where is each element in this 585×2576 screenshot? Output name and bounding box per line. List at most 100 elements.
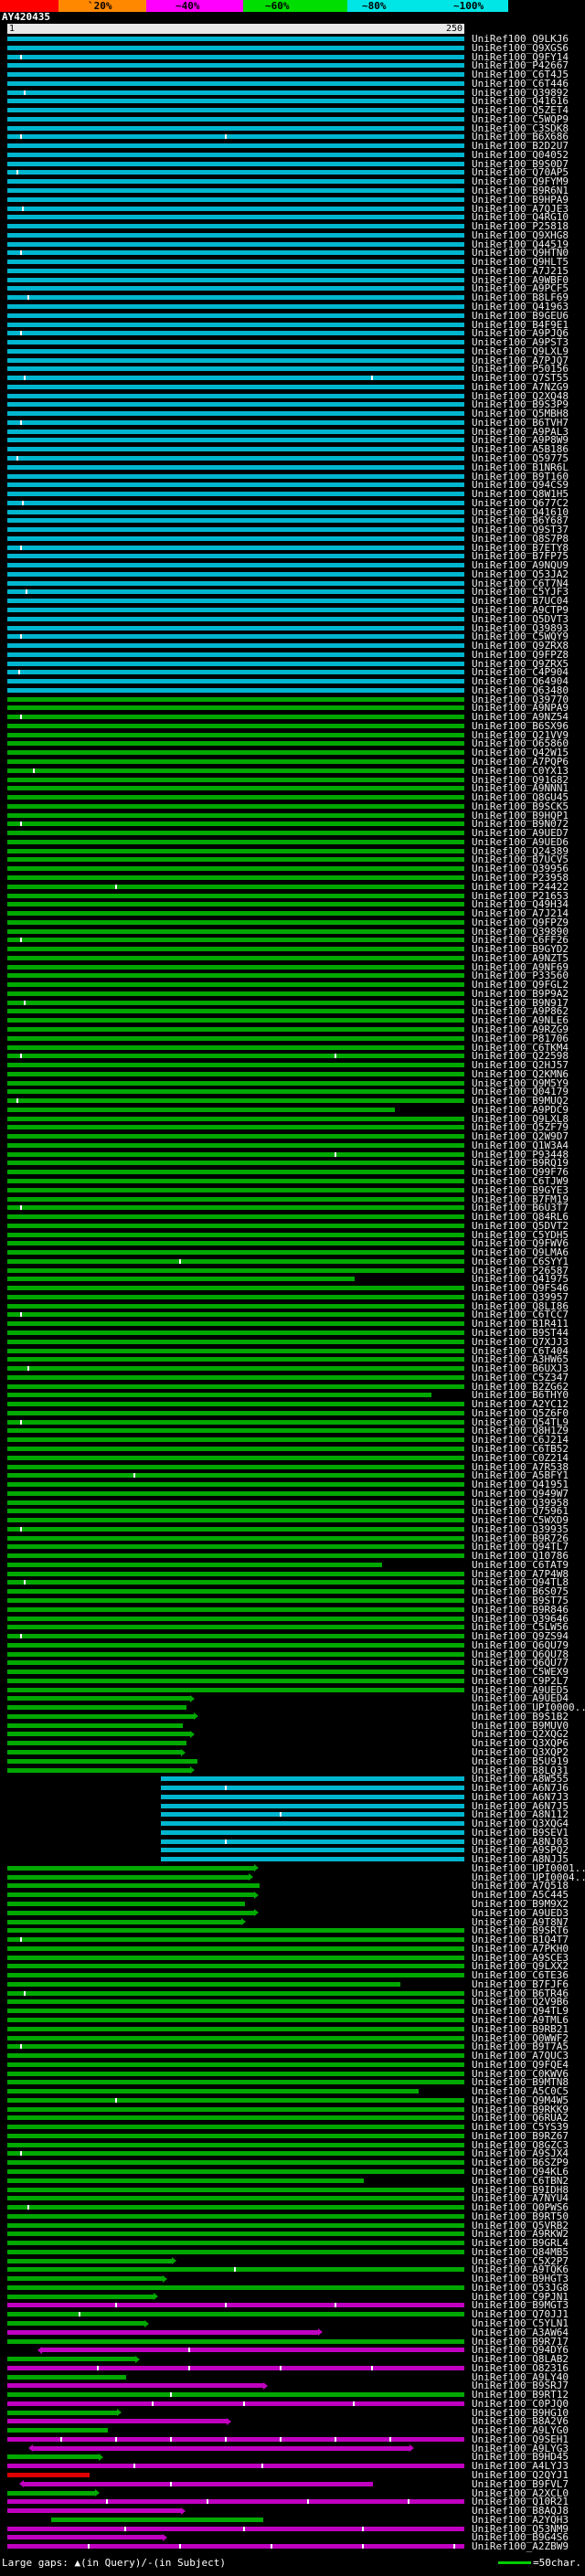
hit-bar[interactable] <box>7 1258 464 1264</box>
hit-bar[interactable] <box>7 250 464 256</box>
hit-bar[interactable] <box>7 777 464 782</box>
hit-bar[interactable] <box>7 919 464 925</box>
hit-bar[interactable] <box>7 1937 464 1943</box>
hit-bar[interactable] <box>7 2222 464 2228</box>
hit-bar[interactable] <box>7 2357 135 2362</box>
hit-bar[interactable] <box>7 518 464 524</box>
hit-bar[interactable] <box>7 1482 464 1488</box>
hit-bar[interactable] <box>7 2009 464 2014</box>
hit-bar[interactable] <box>7 2035 464 2041</box>
hit-bar[interactable] <box>7 2490 95 2496</box>
hit-bar[interactable] <box>7 500 464 505</box>
hit-bar[interactable] <box>7 1044 464 1050</box>
hit-bar[interactable] <box>7 2213 464 2219</box>
hit-bar[interactable] <box>7 2312 464 2317</box>
hit-bar[interactable] <box>7 37 464 41</box>
hit-bar[interactable] <box>7 2241 464 2246</box>
hit-bar[interactable] <box>7 63 464 69</box>
hit-bar[interactable] <box>7 750 464 756</box>
hit-bar[interactable] <box>7 2294 154 2299</box>
hit-bar[interactable] <box>7 652 464 657</box>
hit-bar[interactable] <box>7 893 464 898</box>
hit-label[interactable]: UniRef100_A2ZBW9 <box>472 2541 569 2551</box>
hit-bar[interactable] <box>7 206 464 211</box>
hit-bar[interactable] <box>7 1473 464 1479</box>
hit-bar[interactable] <box>7 322 464 327</box>
hit-bar[interactable] <box>161 1839 464 1844</box>
hit-bar[interactable] <box>7 803 464 809</box>
hit-bar[interactable] <box>7 2338 464 2344</box>
hit-bar[interactable] <box>7 1874 249 1880</box>
hit-bar[interactable] <box>7 1303 464 1309</box>
hit-bar[interactable] <box>7 348 464 354</box>
hit-bar[interactable] <box>7 1071 464 1076</box>
hit-bar[interactable] <box>7 1250 464 1256</box>
hit-bar[interactable] <box>7 535 464 541</box>
hit-bar[interactable] <box>7 902 464 907</box>
hit-bar[interactable] <box>7 1419 464 1425</box>
hit-bar[interactable] <box>7 1393 431 1398</box>
hit-bar[interactable] <box>161 1803 464 1808</box>
hit-bar[interactable] <box>7 1535 464 1541</box>
hit-bar[interactable] <box>161 1776 464 1782</box>
hit-bar[interactable] <box>7 1089 464 1095</box>
hit-bar[interactable] <box>7 241 464 247</box>
hit-bar[interactable] <box>7 643 464 649</box>
hit-bar[interactable] <box>7 2329 318 2335</box>
hit-bar[interactable] <box>7 1339 464 1344</box>
hit-bar[interactable] <box>7 1589 464 1595</box>
hit-bar[interactable] <box>7 2383 263 2389</box>
hit-bar[interactable] <box>7 2133 464 2138</box>
hit-bar[interactable] <box>7 2284 464 2290</box>
hit-bar[interactable] <box>7 2419 227 2424</box>
hit-bar[interactable] <box>7 473 464 479</box>
hit-bar[interactable] <box>7 527 464 533</box>
hit-bar[interactable] <box>7 1509 464 1514</box>
hit-bar[interactable] <box>7 1678 464 1683</box>
hit-bar[interactable] <box>7 1374 464 1380</box>
hit-bar[interactable] <box>7 2535 163 2540</box>
hit-bar[interactable] <box>7 1642 464 1648</box>
hit-bar[interactable] <box>7 857 464 863</box>
hit-bar[interactable] <box>161 1848 464 1853</box>
hit-bar[interactable] <box>7 1223 464 1228</box>
hit-bar[interactable] <box>7 679 464 684</box>
hit-bar[interactable] <box>7 1758 197 1764</box>
hit-bar[interactable] <box>7 482 464 488</box>
hit-bar[interactable] <box>7 419 464 425</box>
hit-bar[interactable] <box>7 1241 464 1246</box>
hit-bar[interactable] <box>7 1597 464 1603</box>
hit-bar[interactable] <box>7 331 464 336</box>
hit-bar[interactable] <box>7 1660 464 1666</box>
hit-bar[interactable] <box>7 608 464 612</box>
hit-bar[interactable] <box>7 116 464 122</box>
hit-bar[interactable] <box>7 340 464 345</box>
hit-bar[interactable] <box>7 1616 464 1621</box>
hit-bar[interactable] <box>7 1187 464 1193</box>
hit-bar[interactable] <box>7 303 464 309</box>
hit-bar[interactable] <box>7 1446 464 1451</box>
hit-bar[interactable] <box>7 545 464 550</box>
hit-bar[interactable] <box>7 1402 464 1407</box>
hit-bar[interactable] <box>7 1687 464 1692</box>
hit-bar[interactable] <box>7 1161 464 1166</box>
hit-bar[interactable] <box>7 1713 194 1719</box>
hit-bar[interactable] <box>7 2205 464 2210</box>
hit-bar[interactable] <box>7 188 464 194</box>
hit-bar[interactable] <box>7 196 464 202</box>
hit-bar[interactable] <box>7 260 464 265</box>
hit-bar[interactable] <box>7 1330 464 1336</box>
hit-bar[interactable] <box>7 54 464 59</box>
hit-bar[interactable] <box>7 2151 464 2157</box>
hit-bar[interactable] <box>7 2160 464 2166</box>
hit-bar[interactable] <box>7 2454 99 2460</box>
hit-bar[interactable] <box>7 72 464 78</box>
hit-bar[interactable] <box>161 1821 464 1827</box>
hit-bar[interactable] <box>161 1812 464 1818</box>
hit-bar[interactable] <box>7 991 464 996</box>
hit-bar[interactable] <box>7 1767 190 1773</box>
hit-bar[interactable] <box>7 1750 181 1754</box>
hit-bar[interactable] <box>7 161 464 166</box>
hit-bar[interactable] <box>7 715 464 720</box>
hit-bar[interactable] <box>7 1366 464 1372</box>
